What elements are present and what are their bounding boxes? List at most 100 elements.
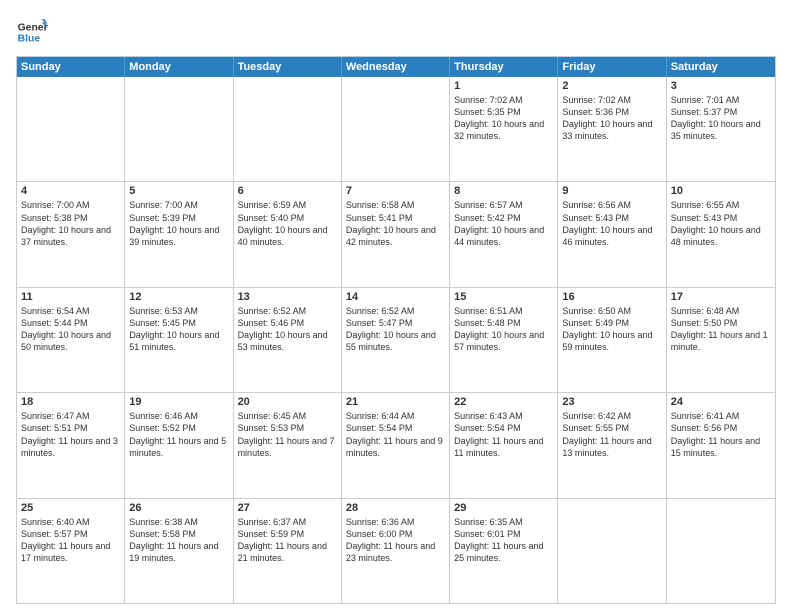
day-number: 26 xyxy=(129,502,228,514)
day-number: 29 xyxy=(454,502,553,514)
cell-info: Sunrise: 6:53 AM Sunset: 5:45 PM Dayligh… xyxy=(129,305,228,354)
day-number: 28 xyxy=(346,502,445,514)
calendar-cell: 24 Sunrise: 6:41 AM Sunset: 5:56 PM Dayli… xyxy=(667,393,775,497)
calendar-cell: 11 Sunrise: 6:54 AM Sunset: 5:44 PM Dayli… xyxy=(17,288,125,392)
cell-info: Sunrise: 6:56 AM Sunset: 5:43 PM Dayligh… xyxy=(562,199,661,248)
day-number: 2 xyxy=(562,80,661,92)
calendar-header: SundayMondayTuesdayWednesdayThursdayFrid… xyxy=(17,57,775,77)
weekday-header: Thursday xyxy=(450,57,558,77)
calendar-cell: 8Sunrise: 6:57 AM Sunset: 5:42 PM Daylig… xyxy=(450,182,558,286)
day-number: 10 xyxy=(671,185,771,197)
calendar-row: 25Sunrise: 6:40 AM Sunset: 5:57 PM Dayli… xyxy=(17,499,775,603)
day-number: 5 xyxy=(129,185,228,197)
calendar-cell xyxy=(342,77,450,181)
calendar-cell: 28Sunrise: 6:36 AM Sunset: 6:00 PM Dayli… xyxy=(342,499,450,603)
day-number: 13 xyxy=(238,291,337,303)
cell-info: Sunrise: 7:02 AM Sunset: 5:35 PM Dayligh… xyxy=(454,94,553,143)
cell-info: Sunrise: 6:45 AM Sunset: 5:53 PM Dayligh… xyxy=(238,410,337,459)
calendar-cell: 19 Sunrise: 6:46 AM Sunset: 5:52 PM Dayli… xyxy=(125,393,233,497)
cell-info: Sunrise: 6:54 AM Sunset: 5:44 PM Dayligh… xyxy=(21,305,120,354)
day-number: 21 xyxy=(346,396,445,408)
cell-info: Sunrise: 6:41 AM Sunset: 5:56 PM Dayligh… xyxy=(671,410,771,459)
cell-info: Sunrise: 6:47 AM Sunset: 5:51 PM Dayligh… xyxy=(21,410,120,459)
cell-info: Sunrise: 6:48 AM Sunset: 5:50 PM Dayligh… xyxy=(671,305,771,354)
day-number: 20 xyxy=(238,396,337,408)
day-number: 23 xyxy=(562,396,661,408)
calendar-cell xyxy=(558,499,666,603)
day-number: 15 xyxy=(454,291,553,303)
calendar-cell: 7 Sunrise: 6:58 AM Sunset: 5:41 PM Daylig… xyxy=(342,182,450,286)
svg-text:Blue: Blue xyxy=(18,34,41,45)
cell-info: Sunrise: 6:52 AM Sunset: 5:47 PM Dayligh… xyxy=(346,305,445,354)
cell-info: Sunrise: 6:50 AM Sunset: 5:49 PM Dayligh… xyxy=(562,305,661,354)
calendar-cell: 6 Sunrise: 6:59 AM Sunset: 5:40 PM Daylig… xyxy=(234,182,342,286)
calendar-cell: 18 Sunrise: 6:47 AM Sunset: 5:51 PM Dayli… xyxy=(17,393,125,497)
calendar-cell: 21Sunrise: 6:44 AM Sunset: 5:54 PM Dayli… xyxy=(342,393,450,497)
cell-info: Sunrise: 6:51 AM Sunset: 5:48 PM Dayligh… xyxy=(454,305,553,354)
calendar-row: 18 Sunrise: 6:47 AM Sunset: 5:51 PM Dayli… xyxy=(17,393,775,498)
day-number: 25 xyxy=(21,502,120,514)
cell-info: Sunrise: 6:57 AM Sunset: 5:42 PM Dayligh… xyxy=(454,199,553,248)
logo: General Blue xyxy=(16,16,52,48)
calendar-cell: 2 Sunrise: 7:02 AM Sunset: 5:36 PM Daylig… xyxy=(558,77,666,181)
day-number: 11 xyxy=(21,291,120,303)
day-number: 3 xyxy=(671,80,771,92)
day-number: 17 xyxy=(671,291,771,303)
cell-info: Sunrise: 6:38 AM Sunset: 5:58 PM Dayligh… xyxy=(129,516,228,565)
calendar-row: 11 Sunrise: 6:54 AM Sunset: 5:44 PM Dayli… xyxy=(17,288,775,393)
cell-info: Sunrise: 7:02 AM Sunset: 5:36 PM Dayligh… xyxy=(562,94,661,143)
weekday-header: Wednesday xyxy=(342,57,450,77)
weekday-header: Sunday xyxy=(17,57,125,77)
calendar-cell: 9 Sunrise: 6:56 AM Sunset: 5:43 PM Daylig… xyxy=(558,182,666,286)
calendar-cell: 3 Sunrise: 7:01 AM Sunset: 5:37 PM Daylig… xyxy=(667,77,775,181)
cell-info: Sunrise: 6:59 AM Sunset: 5:40 PM Dayligh… xyxy=(238,199,337,248)
calendar-cell: 15 Sunrise: 6:51 AM Sunset: 5:48 PM Dayli… xyxy=(450,288,558,392)
calendar-cell: 12 Sunrise: 6:53 AM Sunset: 5:45 PM Dayli… xyxy=(125,288,233,392)
day-number: 14 xyxy=(346,291,445,303)
cell-info: Sunrise: 6:52 AM Sunset: 5:46 PM Dayligh… xyxy=(238,305,337,354)
cell-info: Sunrise: 7:00 AM Sunset: 5:39 PM Dayligh… xyxy=(129,199,228,248)
weekday-header: Tuesday xyxy=(234,57,342,77)
cell-info: Sunrise: 7:00 AM Sunset: 5:38 PM Dayligh… xyxy=(21,199,120,248)
day-number: 4 xyxy=(21,185,120,197)
calendar-cell: 23 Sunrise: 6:42 AM Sunset: 5:55 PM Dayli… xyxy=(558,393,666,497)
cell-info: Sunrise: 6:46 AM Sunset: 5:52 PM Dayligh… xyxy=(129,410,228,459)
calendar-cell: 26 Sunrise: 6:38 AM Sunset: 5:58 PM Dayli… xyxy=(125,499,233,603)
calendar-row: 1 Sunrise: 7:02 AM Sunset: 5:35 PM Daylig… xyxy=(17,77,775,182)
day-number: 1 xyxy=(454,80,553,92)
calendar-cell: 17 Sunrise: 6:48 AM Sunset: 5:50 PM Dayli… xyxy=(667,288,775,392)
day-number: 27 xyxy=(238,502,337,514)
calendar-row: 4 Sunrise: 7:00 AM Sunset: 5:38 PM Daylig… xyxy=(17,182,775,287)
day-number: 7 xyxy=(346,185,445,197)
day-number: 16 xyxy=(562,291,661,303)
day-number: 9 xyxy=(562,185,661,197)
cell-info: Sunrise: 6:43 AM Sunset: 5:54 PM Dayligh… xyxy=(454,410,553,459)
day-number: 19 xyxy=(129,396,228,408)
calendar-cell: 1 Sunrise: 7:02 AM Sunset: 5:35 PM Daylig… xyxy=(450,77,558,181)
day-number: 12 xyxy=(129,291,228,303)
calendar-cell: 20 Sunrise: 6:45 AM Sunset: 5:53 PM Dayli… xyxy=(234,393,342,497)
cell-info: Sunrise: 6:42 AM Sunset: 5:55 PM Dayligh… xyxy=(562,410,661,459)
calendar-cell xyxy=(234,77,342,181)
calendar-cell: 25Sunrise: 6:40 AM Sunset: 5:57 PM Dayli… xyxy=(17,499,125,603)
weekday-header: Saturday xyxy=(667,57,775,77)
calendar-cell: 16 Sunrise: 6:50 AM Sunset: 5:49 PM Dayli… xyxy=(558,288,666,392)
calendar-body: 1 Sunrise: 7:02 AM Sunset: 5:35 PM Daylig… xyxy=(17,77,775,603)
weekday-header: Friday xyxy=(558,57,666,77)
day-number: 6 xyxy=(238,185,337,197)
calendar-cell: 4 Sunrise: 7:00 AM Sunset: 5:38 PM Daylig… xyxy=(17,182,125,286)
header: General Blue xyxy=(16,16,776,48)
calendar-cell: 29 Sunrise: 6:35 AM Sunset: 6:01 PM Dayli… xyxy=(450,499,558,603)
day-number: 18 xyxy=(21,396,120,408)
logo-icon: General Blue xyxy=(16,16,48,48)
calendar-cell: 22Sunrise: 6:43 AM Sunset: 5:54 PM Dayli… xyxy=(450,393,558,497)
cell-info: Sunrise: 6:35 AM Sunset: 6:01 PM Dayligh… xyxy=(454,516,553,565)
calendar-cell: 10Sunrise: 6:55 AM Sunset: 5:43 PM Dayli… xyxy=(667,182,775,286)
day-number: 24 xyxy=(671,396,771,408)
calendar-cell: 14 Sunrise: 6:52 AM Sunset: 5:47 PM Dayli… xyxy=(342,288,450,392)
calendar-cell xyxy=(17,77,125,181)
cell-info: Sunrise: 6:37 AM Sunset: 5:59 PM Dayligh… xyxy=(238,516,337,565)
cell-info: Sunrise: 7:01 AM Sunset: 5:37 PM Dayligh… xyxy=(671,94,771,143)
weekday-header: Monday xyxy=(125,57,233,77)
cell-info: Sunrise: 6:58 AM Sunset: 5:41 PM Dayligh… xyxy=(346,199,445,248)
